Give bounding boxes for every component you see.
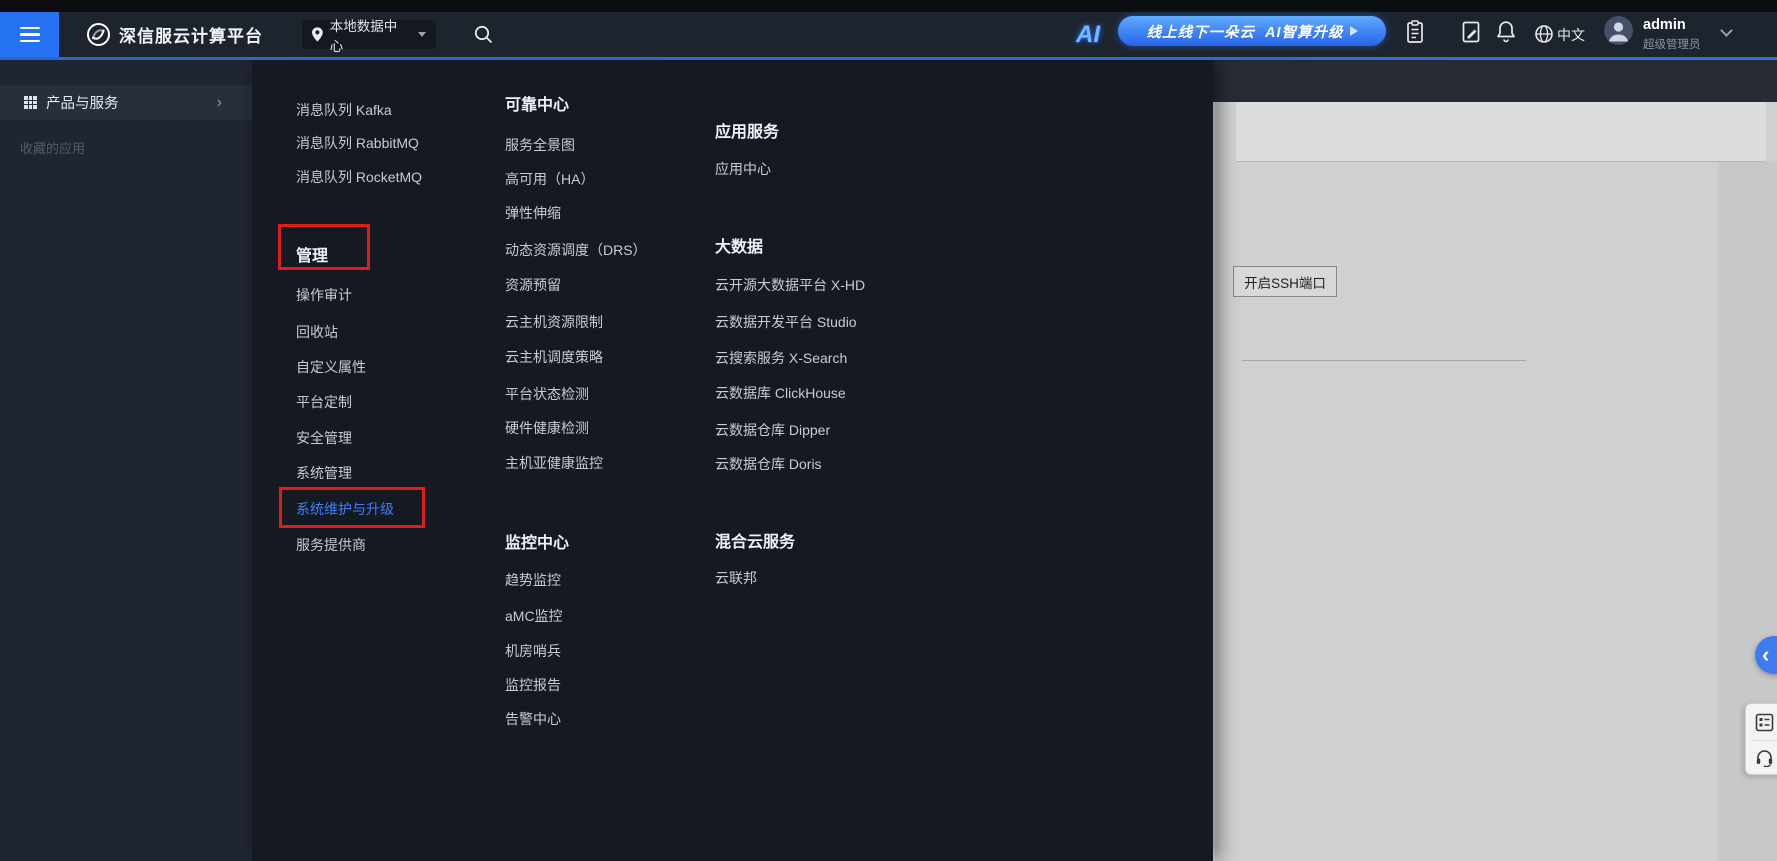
platform-title: 深信服云计算平台 <box>119 27 263 46</box>
menu-right-edge <box>1213 60 1215 861</box>
menu-item[interactable]: 云开源大数据平台 X-HD <box>715 275 865 295</box>
ai-promo-banner[interactable]: 线上线下一朵云 AI智算升级 <box>1118 16 1386 46</box>
menu-section-header: 监控中心 <box>505 535 570 552</box>
language-switch[interactable]: 中文 <box>1557 12 1585 57</box>
menu-item[interactable]: 云主机资源限制 <box>505 312 603 332</box>
app-root: 开启SSH端口 ‹ 产品与服务 › 收藏的应用 消息队列 Kafka 消息队列 R… <box>0 0 1777 861</box>
page-divider <box>1242 360 1526 361</box>
menu-item[interactable]: 动态资源调度（DRS） <box>505 240 647 260</box>
menu-item[interactable]: 自定义属性 <box>296 357 366 377</box>
menu-item[interactable]: 云数据仓库 Doris <box>715 454 822 474</box>
menu-item[interactable]: 云数据仓库 Dipper <box>715 420 830 440</box>
banner-arrow-icon <box>1349 26 1358 36</box>
background-page: 开启SSH端口 <box>1213 60 1777 861</box>
menu-item[interactable]: 平台定制 <box>296 392 352 412</box>
top-black-strip <box>0 0 1777 12</box>
menu-item[interactable]: 趋势监控 <box>505 570 561 590</box>
header-accent-line <box>0 57 1777 60</box>
open-ssh-port-button[interactable]: 开启SSH端口 <box>1233 266 1337 297</box>
menu-item[interactable]: 消息队列 Kafka <box>296 100 392 120</box>
menu-item[interactable]: 平台状态检测 <box>505 384 589 404</box>
menu-item[interactable]: 机房哨兵 <box>505 641 561 661</box>
menu-item[interactable]: 高可用（HA） <box>505 169 594 189</box>
menu-item[interactable]: 安全管理 <box>296 428 352 448</box>
sidebar-item-label: 产品与服务 <box>46 96 119 112</box>
top-header-bar: 深信服云计算平台 本地数据中心 AI 线上线下一朵云 AI智算升级 中文 adm… <box>0 12 1777 57</box>
datacenter-label: 本地数据中心 <box>329 18 398 54</box>
menu-item[interactable]: 硬件健康检测 <box>505 418 589 438</box>
menu-item[interactable]: aMC监控 <box>505 606 563 626</box>
menu-section-header: 混合云服务 <box>715 534 796 551</box>
app-grid-icon <box>24 96 37 109</box>
menu-item[interactable]: 系统维护与升级 <box>296 499 394 519</box>
page-toolbar-band <box>1236 102 1766 162</box>
menu-item[interactable]: 告警中心 <box>505 709 561 729</box>
file-edit-icon[interactable] <box>1461 20 1481 44</box>
menu-item[interactable]: 云数据库 ClickHouse <box>715 383 846 403</box>
menu-section-header: 大数据 <box>715 239 764 256</box>
caret-down-icon <box>418 32 426 37</box>
bell-icon[interactable] <box>1496 20 1516 44</box>
menu-item[interactable]: 云搜索服务 X-Search <box>715 348 847 368</box>
datacenter-selector[interactable]: 本地数据中心 <box>302 19 436 54</box>
chevron-down-icon[interactable] <box>1720 24 1733 37</box>
menu-item[interactable]: 消息队列 RocketMQ <box>296 167 422 187</box>
menu-section-header: 可靠中心 <box>505 97 570 114</box>
clipboard-icon[interactable] <box>1405 20 1425 44</box>
search-icon[interactable] <box>473 24 494 45</box>
sidebar: 产品与服务 › 收藏的应用 <box>0 60 252 861</box>
hamburger-menu-icon[interactable] <box>0 12 59 57</box>
menu-item[interactable]: 资源预留 <box>505 275 561 295</box>
menu-item[interactable]: 消息队列 RabbitMQ <box>296 133 419 153</box>
menu-item[interactable]: 云主机调度策略 <box>505 347 603 367</box>
ai-banner-text: 线上线下一朵云 AI智算升级 <box>1146 24 1344 41</box>
menu-item[interactable]: 回收站 <box>296 322 338 342</box>
chevron-left-icon: ‹ <box>1762 642 1770 667</box>
menu-item[interactable]: 弹性伸缩 <box>505 203 561 223</box>
menu-item[interactable]: 监控报告 <box>505 675 561 695</box>
survey-form-icon[interactable] <box>1755 713 1774 732</box>
ai-banner-logo: AI <box>1076 21 1100 48</box>
menu-item[interactable]: 操作审计 <box>296 285 352 305</box>
mega-menu-panel: 消息队列 Kafka 消息队列 RabbitMQ 消息队列 RocketMQ 管理操作… <box>252 60 1213 861</box>
user-avatar[interactable] <box>1604 16 1633 45</box>
menu-item[interactable]: 主机亚健康监控 <box>505 453 603 473</box>
globe-icon[interactable] <box>1534 22 1554 46</box>
menu-item[interactable]: 云联邦 <box>715 568 757 588</box>
chevron-right-icon: › <box>216 93 222 111</box>
headset-support-icon[interactable] <box>1755 748 1774 767</box>
favorites-label: 收藏的应用 <box>20 141 86 156</box>
menu-section-header: 应用服务 <box>715 124 780 141</box>
location-pin-icon <box>312 27 323 42</box>
menu-item[interactable]: 云数据开发平台 Studio <box>715 312 857 332</box>
brand-logo-icon <box>87 23 110 46</box>
username: admin <box>1643 17 1686 33</box>
menu-item[interactable]: 应用中心 <box>715 159 771 179</box>
menu-item[interactable]: 服务提供商 <box>296 535 366 555</box>
page-top-dark-band <box>1213 60 1777 102</box>
floating-tools-panel <box>1745 703 1777 775</box>
sidebar-item-products-services[interactable]: 产品与服务 › <box>0 85 252 120</box>
menu-item[interactable]: 服务全景图 <box>505 135 575 155</box>
menu-item[interactable]: 系统管理 <box>296 463 352 483</box>
user-role: 超级管理员 <box>1643 39 1701 51</box>
panel-separator <box>1753 740 1777 741</box>
menu-section-header: 管理 <box>296 248 329 265</box>
